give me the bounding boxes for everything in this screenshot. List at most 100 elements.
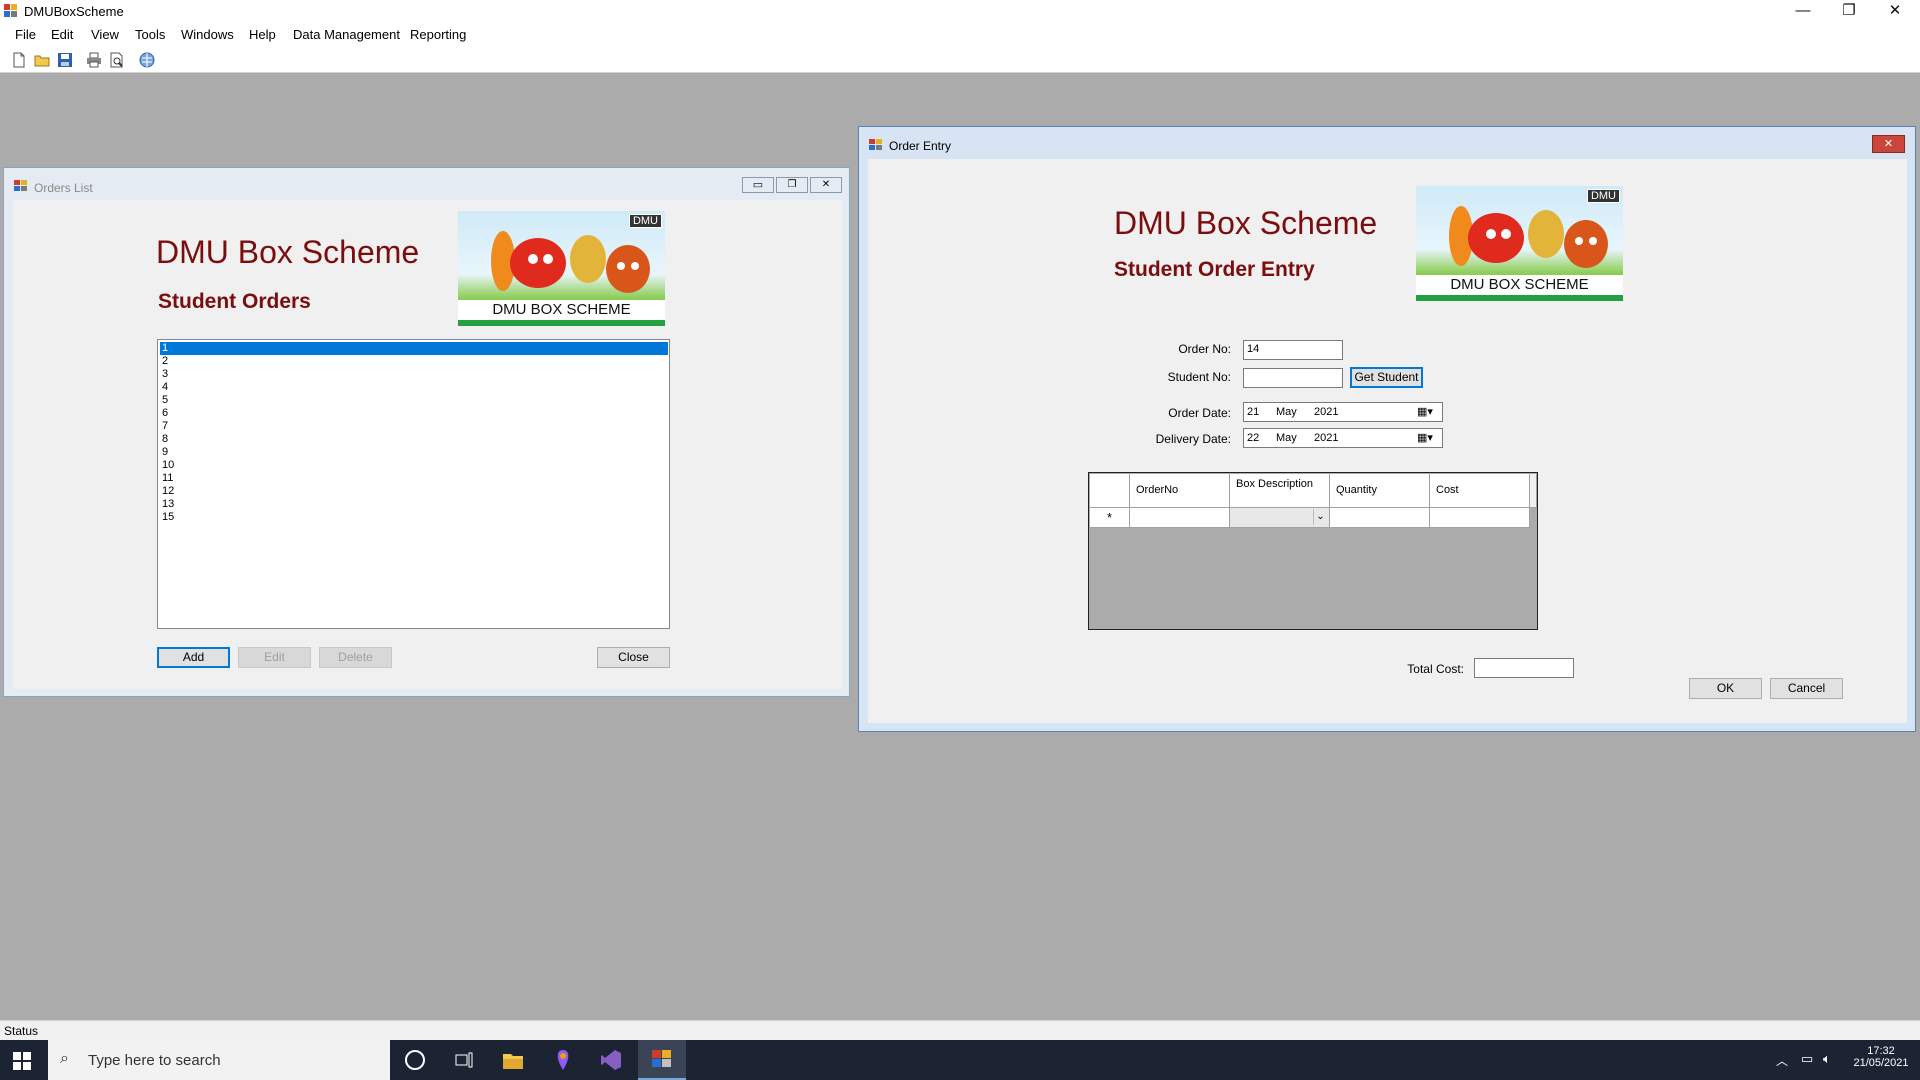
ok-button[interactable]: OK	[1689, 678, 1762, 699]
maximize-window-button[interactable]: ❐	[776, 177, 808, 193]
student-no-field[interactable]	[1243, 368, 1343, 388]
orders-listbox[interactable]: 1 2 3 4 5 6 7 8 9 10 11 12 13 15	[157, 339, 670, 629]
window-icon	[14, 179, 28, 191]
list-item[interactable]: 5	[160, 394, 668, 407]
list-item[interactable]: 4	[160, 381, 668, 394]
list-item[interactable]: 1	[160, 342, 668, 355]
calendar-icon[interactable]: ▦▾	[1417, 431, 1433, 444]
new-document-icon[interactable]	[11, 52, 27, 68]
list-item[interactable]: 10	[160, 459, 668, 472]
close-window-button[interactable]: ✕	[1872, 135, 1905, 153]
logo-caption: DMU BOX SCHEME	[1416, 275, 1623, 295]
list-item[interactable]: 9	[160, 446, 668, 459]
order-date-label: Order Date:	[1168, 406, 1231, 420]
network-icon[interactable]: ▭	[1801, 1051, 1813, 1067]
list-item[interactable]: 2	[160, 355, 668, 368]
cortana-icon[interactable]	[405, 1050, 425, 1070]
grid-header-quantity[interactable]: Quantity	[1330, 474, 1430, 508]
orders-list-window: Orders List ▭ ❐ ✕ DMU Box Scheme Student…	[3, 167, 850, 697]
delivery-date-month: May	[1276, 432, 1297, 444]
logo-badge: DMU	[1586, 189, 1620, 203]
print-preview-icon[interactable]	[109, 52, 125, 68]
file-explorer-icon[interactable]	[502, 1050, 524, 1070]
delete-button[interactable]: Delete	[319, 647, 392, 668]
dmu-box-scheme-logo: DMU DMU BOX SCHEME	[458, 211, 665, 326]
clock-date: 21/05/2021	[1853, 1057, 1909, 1069]
menu-help[interactable]: Help	[249, 27, 276, 42]
grid-cell-quantity[interactable]	[1330, 508, 1430, 528]
list-item[interactable]: 13	[160, 498, 668, 511]
dropdown-chevron-icon[interactable]: ⌄	[1313, 509, 1327, 525]
windows-start-icon[interactable]	[13, 1052, 31, 1070]
new-row-marker: *	[1090, 508, 1130, 528]
logo-caption: DMU BOX SCHEME	[458, 300, 665, 320]
logo-strip	[1416, 295, 1623, 301]
total-cost-label: Total Cost:	[1407, 662, 1464, 676]
grid-scroll-spacer	[1530, 474, 1537, 508]
taskbar-clock[interactable]: 17:32 21/05/2021	[1846, 1045, 1916, 1069]
menu-data-management[interactable]: Data Management	[293, 27, 400, 42]
order-items-grid[interactable]: OrderNo Box Description Quantity Cost * …	[1088, 472, 1538, 630]
page-title: DMU Box Scheme	[1114, 205, 1378, 241]
visual-studio-icon[interactable]	[600, 1049, 622, 1071]
grid-cell-orderno[interactable]	[1130, 508, 1230, 528]
clock-time: 17:32	[1867, 1045, 1895, 1057]
app-title: DMUBoxScheme	[24, 4, 124, 19]
restore-button[interactable]: ❐	[1826, 0, 1872, 23]
save-icon[interactable]	[57, 52, 73, 68]
toolbar	[0, 47, 1920, 73]
page-subtitle: Student Order Entry	[1114, 258, 1315, 281]
menu-view[interactable]: View	[91, 27, 119, 42]
grid-corner-header	[1090, 474, 1130, 508]
total-cost-field[interactable]	[1474, 658, 1574, 678]
list-item[interactable]: 12	[160, 485, 668, 498]
close-window-button[interactable]: ✕	[810, 177, 842, 193]
menu-file[interactable]: File	[15, 27, 36, 42]
delivery-date-picker[interactable]: 22 May 2021 ▦▾	[1243, 428, 1443, 448]
edit-button[interactable]: Edit	[238, 647, 311, 668]
orders-client-area: DMU Box Scheme Student Orders DMU DMU BO…	[13, 200, 842, 689]
list-item[interactable]: 7	[160, 420, 668, 433]
window-title: Orders List	[34, 181, 93, 195]
print-icon[interactable]	[86, 52, 102, 68]
list-item[interactable]: 6	[160, 407, 668, 420]
grid-cell-cost[interactable]	[1430, 508, 1530, 528]
grid-cell-box-description[interactable]: ⌄	[1230, 508, 1330, 528]
volume-icon[interactable]: 🔈︎	[1823, 1051, 1831, 1067]
order-entry-client-area: DMU Box Scheme Student Order Entry DMU D…	[868, 159, 1907, 723]
grid-header-box-description[interactable]: Box Description	[1230, 474, 1330, 508]
order-entry-window: Order Entry ✕ DMU Box Scheme Student Ord…	[858, 126, 1916, 732]
window-title: Order Entry	[889, 139, 952, 153]
list-item[interactable]: 11	[160, 472, 668, 485]
status-bar: Status	[0, 1020, 1920, 1040]
menu-tools[interactable]: Tools	[135, 27, 165, 42]
menu-edit[interactable]: Edit	[51, 27, 73, 42]
add-button[interactable]: Add	[157, 647, 230, 668]
order-no-field[interactable]: 14	[1243, 340, 1343, 360]
list-item[interactable]: 15	[160, 511, 668, 524]
help-globe-icon[interactable]	[139, 52, 155, 68]
app-icon	[4, 4, 18, 17]
minimize-window-button[interactable]: ▭	[742, 177, 774, 193]
dmuboxscheme-taskbar-button[interactable]	[638, 1040, 686, 1080]
open-folder-icon[interactable]	[34, 52, 50, 68]
logo-strip	[458, 320, 665, 326]
close-button[interactable]: Close	[597, 647, 670, 668]
menu-windows[interactable]: Windows	[181, 27, 234, 42]
paint-icon[interactable]	[553, 1049, 573, 1071]
calendar-icon[interactable]: ▦▾	[1417, 405, 1433, 418]
menu-reporting[interactable]: Reporting	[410, 27, 466, 42]
tray-chevron-up-icon[interactable]: ︿	[1776, 1052, 1788, 1069]
order-date-picker[interactable]: 21 May 2021 ▦▾	[1243, 402, 1443, 422]
delivery-date-label: Delivery Date:	[1155, 432, 1231, 446]
order-date-month: May	[1276, 406, 1297, 418]
minimize-button[interactable]: —	[1780, 0, 1826, 23]
list-item[interactable]: 8	[160, 433, 668, 446]
get-student-button[interactable]: Get Student	[1350, 367, 1423, 388]
cancel-button[interactable]: Cancel	[1770, 678, 1843, 699]
grid-header-orderno[interactable]: OrderNo	[1130, 474, 1230, 508]
list-item[interactable]: 3	[160, 368, 668, 381]
task-view-icon[interactable]	[455, 1052, 473, 1068]
grid-header-cost[interactable]: Cost	[1430, 474, 1530, 508]
close-button[interactable]: ✕	[1872, 0, 1918, 23]
